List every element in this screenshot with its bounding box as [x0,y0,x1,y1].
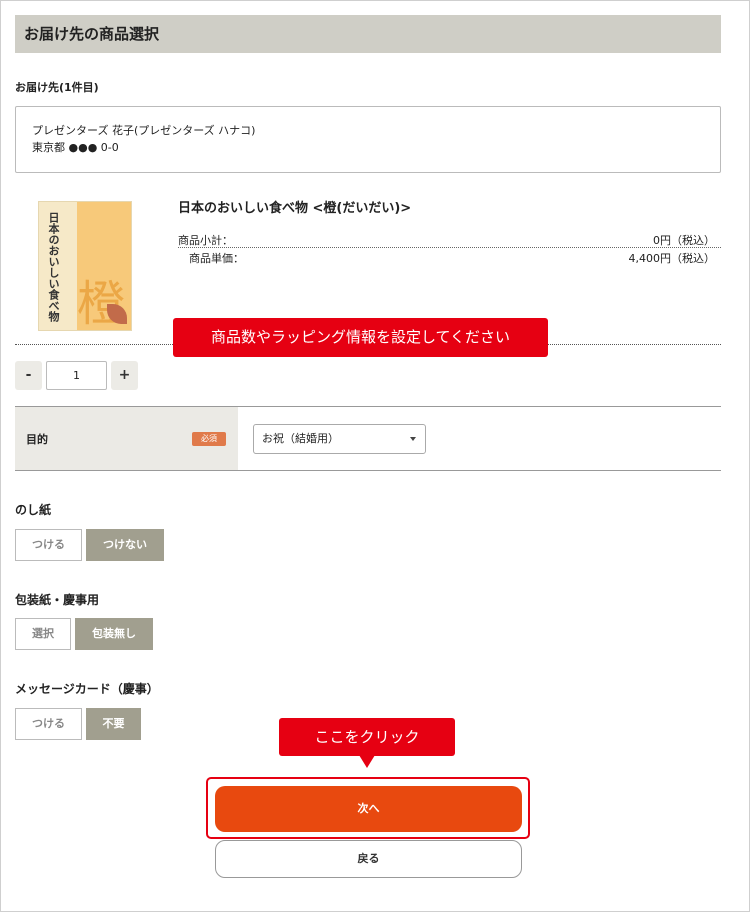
message-card-attach-button[interactable]: つける [15,708,82,740]
message-card-none-button[interactable]: 不要 [86,708,141,740]
product-name: 日本のおいしい食べ物 <橙(だいだい)> [178,201,412,216]
unit-price-label: 商品単価： [189,252,244,265]
purpose-selected-value: お祝（結婚用） [262,432,339,445]
unit-price-value: 4,400円（税込） [628,252,716,265]
destination-box: プレゼンターズ 花子(プレゼンターズ ハナコ) 東京都 ●●● 0-0 [15,106,721,173]
purpose-label-cell: 目的 必須 [15,407,238,470]
recipient-address: 東京都 ●●● 0-0 [32,141,119,154]
subtotal-value: 0円（税込） [653,234,715,247]
purpose-label: 目的 [26,433,48,446]
wrapping-select-button[interactable]: 選択 [15,618,71,650]
settings-instruction-banner: 商品数やラッピング情報を設定してください [173,318,548,357]
recipient-name: プレゼンターズ 花子(プレゼンターズ ハナコ) [32,124,256,137]
noshi-attach-button[interactable]: つける [15,529,82,561]
next-button[interactable]: 次へ [215,786,522,832]
product-image: 日本のおいしい食べ物 橙 [38,201,132,331]
purpose-select[interactable]: お祝（結婚用） [253,424,426,454]
required-badge: 必須 [192,432,226,446]
wrapping-none-button[interactable]: 包装無し [75,618,153,650]
noshi-none-button[interactable]: つけない [86,529,164,561]
noshi-heading: のし紙 [15,503,52,517]
subtotal-label: 商品小計： [178,234,233,247]
subtotal-row: 商品小計： 0円（税込） [178,232,721,248]
dropdown-arrow-icon [410,437,416,441]
unit-price-row: 商品単価： 4,400円（税込） [178,250,721,266]
product-image-text: 日本のおいしい食べ物 [47,212,60,322]
click-here-banner: ここをクリック [279,718,455,768]
quantity-input[interactable]: 1 [46,361,107,390]
message-card-heading: メッセージカード（慶事） [15,682,159,696]
back-button[interactable]: 戻る [215,840,522,878]
destination-label: お届け先(1件目) [15,81,99,94]
quantity-increment-button[interactable]: + [111,361,138,390]
quantity-decrement-button[interactable]: - [15,361,42,390]
purpose-row: 目的 必須 お祝（結婚用） [15,406,721,471]
page-title: お届け先の商品選択 [15,15,721,53]
wrapping-heading: 包装紙・慶事用 [15,593,100,607]
